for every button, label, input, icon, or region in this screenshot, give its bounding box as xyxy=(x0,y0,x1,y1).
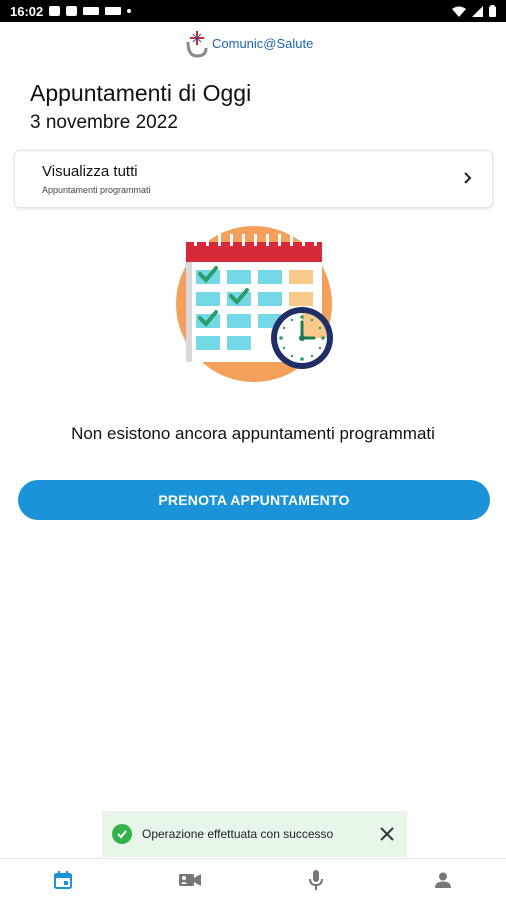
status-bar: 16:02 xyxy=(0,0,506,22)
microphone-icon xyxy=(309,869,324,890)
check-circle-icon xyxy=(112,824,132,844)
wifi-icon xyxy=(452,6,466,17)
app-notification-icon xyxy=(66,6,78,16)
status-bar-left: 16:02 xyxy=(10,3,132,19)
card-subtitle: Appuntamenti programmati xyxy=(42,185,151,195)
toast-message: Operazione effettuata con successo xyxy=(142,827,334,841)
nav-item-video[interactable] xyxy=(127,859,254,900)
empty-state-message: Non esistono ancora appuntamenti program… xyxy=(71,424,435,443)
app-logo: Comunic@Salute xyxy=(184,28,313,58)
bottom-navigation xyxy=(0,858,506,900)
card-title: Visualizza tutti xyxy=(42,163,138,180)
page-title: Appuntamenti di Oggi xyxy=(30,80,252,106)
nav-item-appointments[interactable] xyxy=(0,859,127,900)
close-icon[interactable] xyxy=(377,824,397,844)
logo-mark-icon xyxy=(186,31,208,58)
calendar-clock-illustration xyxy=(176,226,333,382)
nav-item-profile[interactable] xyxy=(380,859,506,900)
calendar-icon xyxy=(54,870,73,889)
chevron-right-icon xyxy=(464,172,472,184)
more-notifications-icon xyxy=(127,9,132,13)
logo-text: Comunic@Salute xyxy=(212,35,314,51)
video-camera-icon xyxy=(178,873,201,886)
image-notification-icon xyxy=(49,6,61,16)
status-time: 16:02 xyxy=(10,3,44,19)
voicemail-icon xyxy=(83,7,100,15)
person-icon xyxy=(434,872,451,888)
signal-icon xyxy=(472,5,483,17)
battery-icon xyxy=(489,5,496,17)
status-bar-right xyxy=(452,5,496,17)
nav-item-voice[interactable] xyxy=(253,859,380,900)
voicemail-icon-2 xyxy=(105,7,122,15)
view-all-appointments-card[interactable]: Visualizza tutti Appuntamenti programmat… xyxy=(14,150,493,208)
current-date: 3 novembre 2022 xyxy=(30,112,178,133)
success-toast: Operazione effettuata con successo xyxy=(102,811,407,857)
book-appointment-button[interactable]: PRENOTA APPUNTAMENTO xyxy=(18,480,490,520)
